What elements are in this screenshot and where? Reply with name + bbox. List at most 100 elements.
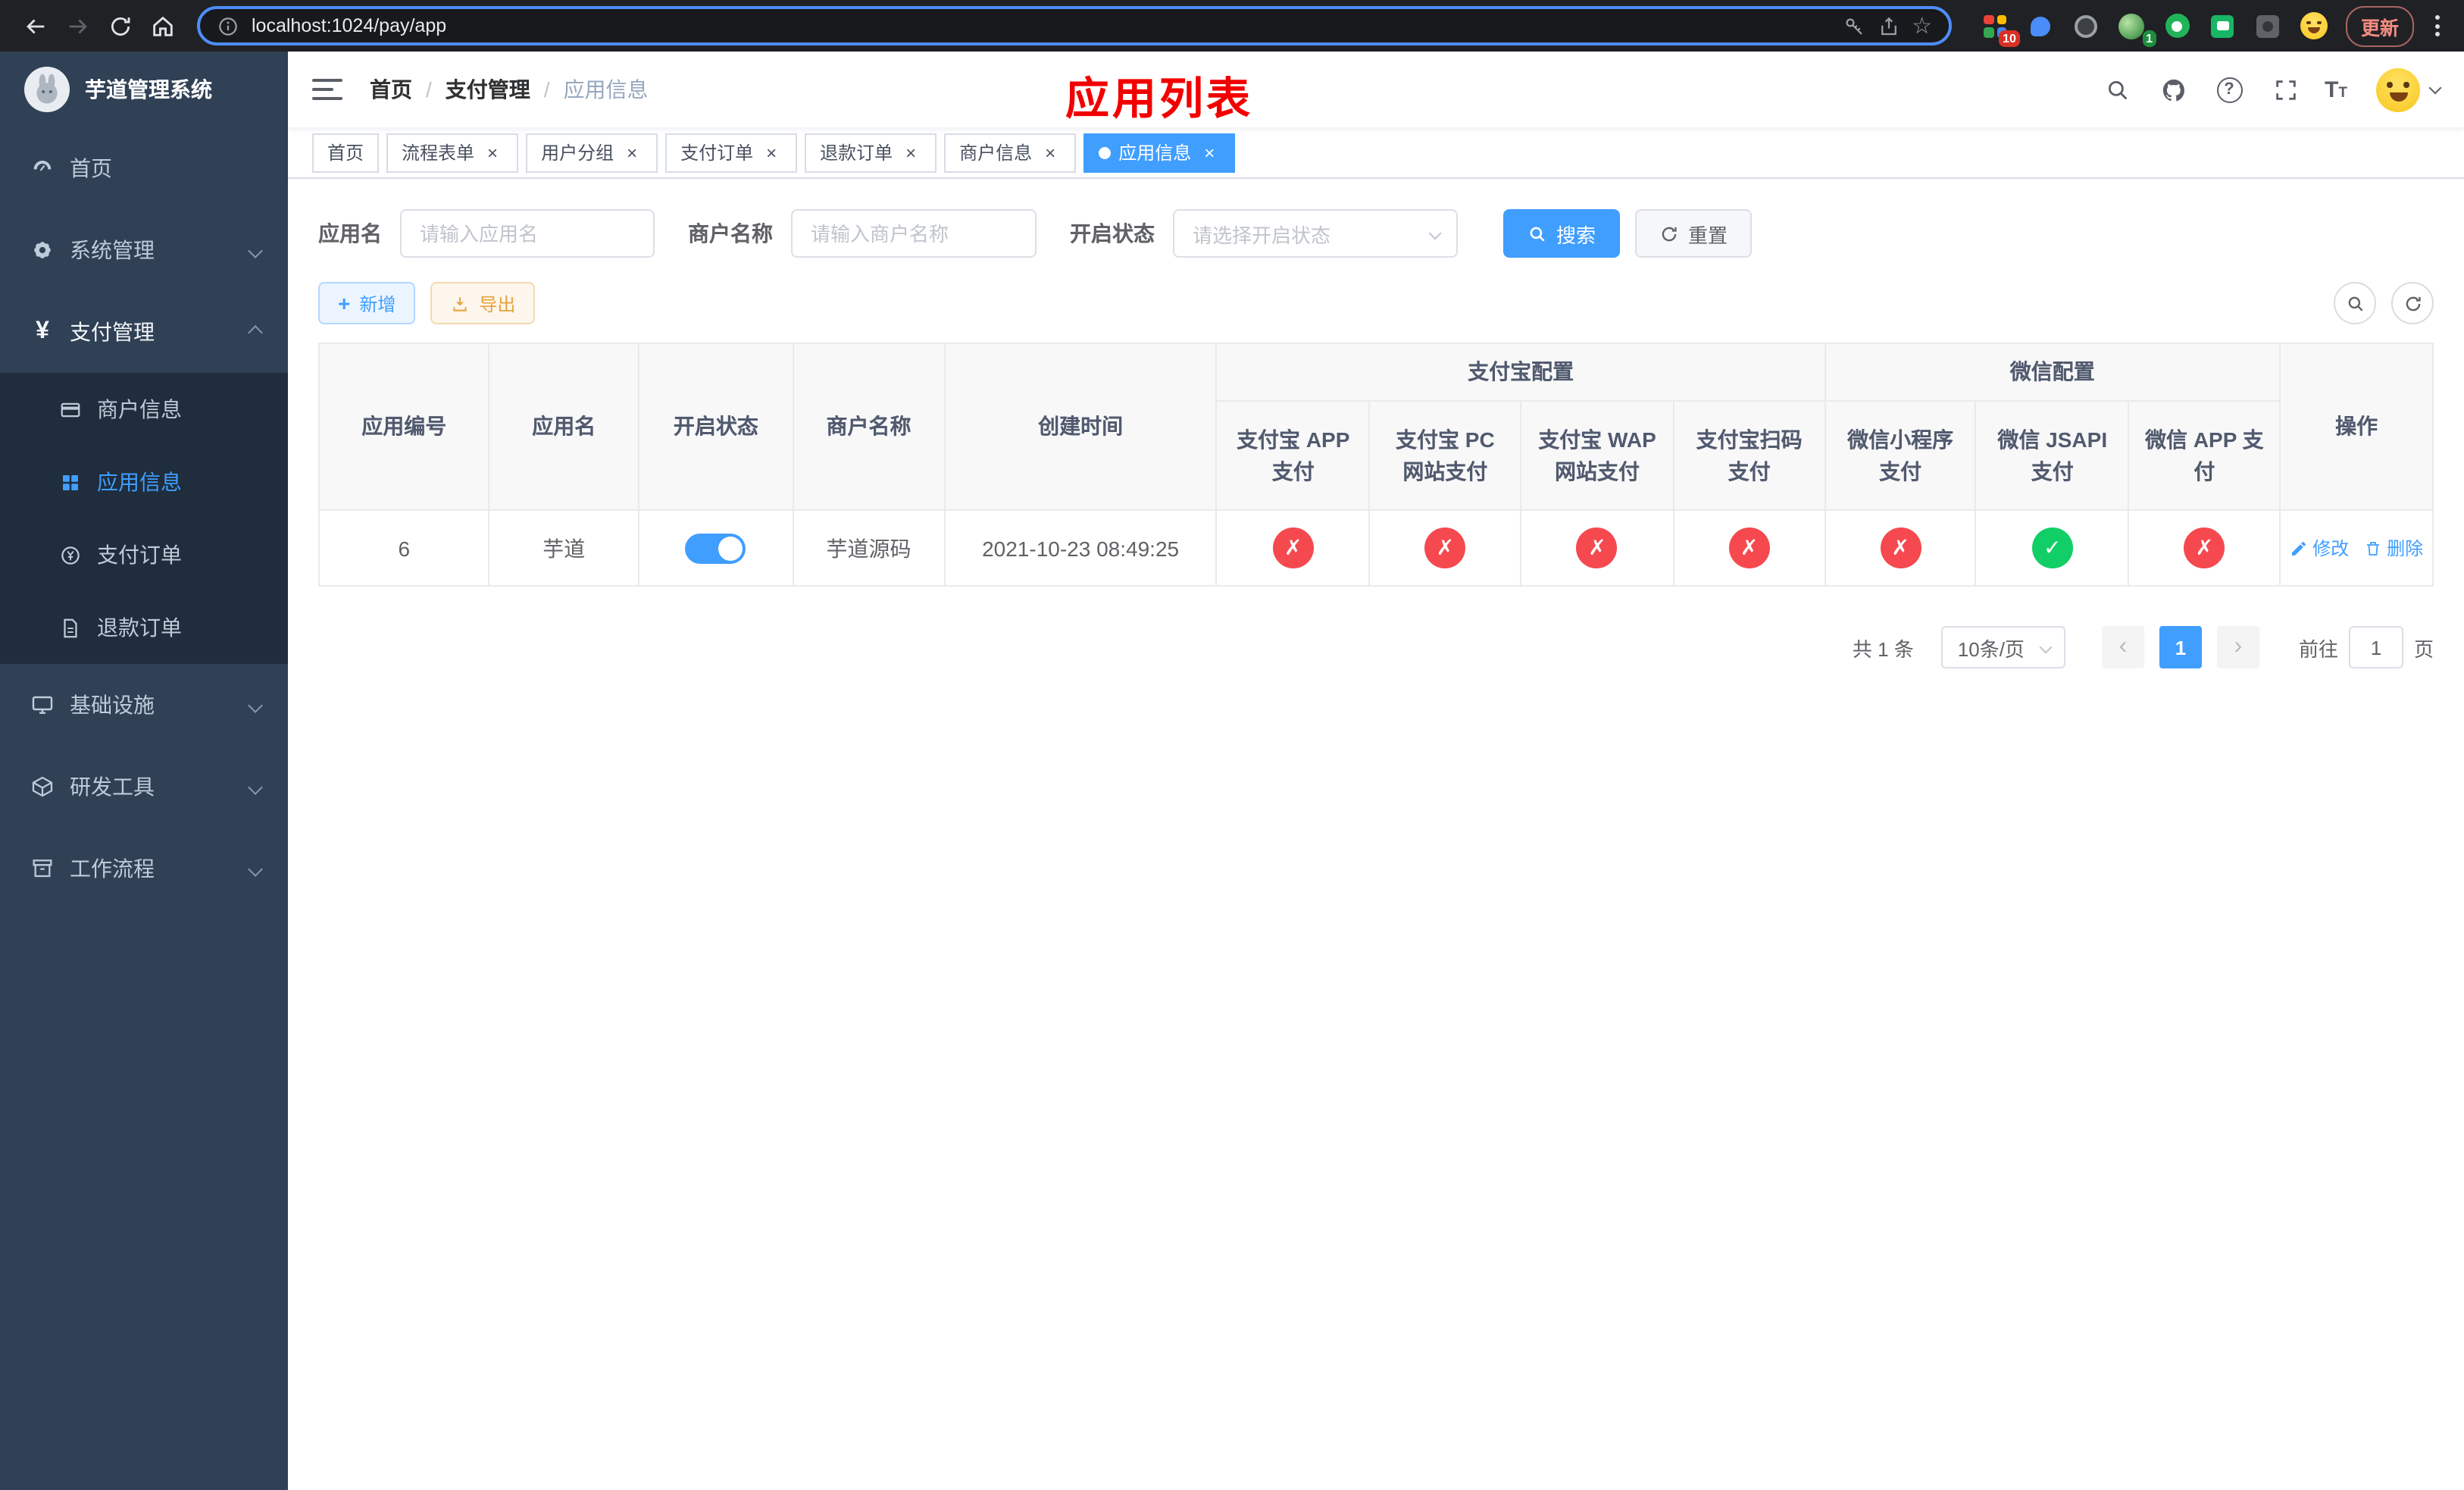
user-avatar[interactable] [2376, 67, 2442, 111]
sidebar-subitem-pay-order[interactable]: 支付订单 [0, 518, 288, 591]
filter-merchant-name: 商户名称 [688, 209, 1037, 258]
address-bar[interactable]: localhost:1024/pay/app ☆ [197, 6, 1952, 45]
key-icon[interactable] [1842, 14, 1865, 37]
close-icon[interactable]: × [621, 142, 643, 163]
sidebar-item-infrastructure[interactable]: 基础设施 [0, 664, 288, 746]
archive-box-icon [30, 856, 55, 881]
github-icon[interactable] [2156, 73, 2190, 106]
extension-grid-icon[interactable]: 10 [1981, 11, 2020, 47]
search-button[interactable]: 搜索 [1503, 209, 1621, 258]
goto-page-input[interactable] [2348, 626, 2403, 668]
column-header-alipay-app: 支付宝 APP 支付 [1215, 400, 1371, 511]
chevron-down-icon [248, 697, 263, 712]
sidebar-item-label: 研发工具 [70, 775, 155, 799]
profile-avatar-icon[interactable] [2299, 11, 2329, 41]
search-icon[interactable] [2100, 73, 2134, 106]
sidebar-item-payment[interactable]: ¥ 支付管理 [0, 291, 288, 373]
grid-icon [58, 470, 82, 494]
extension-drop-icon[interactable] [2026, 11, 2056, 41]
close-icon[interactable]: × [1199, 142, 1220, 163]
extension-ring-icon[interactable] [2072, 11, 2102, 41]
refresh-table-button[interactable] [2391, 282, 2434, 324]
reset-button[interactable]: 重置 [1635, 209, 1753, 258]
breadcrumb-separator: / [543, 77, 550, 102]
column-header-alipay-wap: 支付宝 WAP 网站支付 [1520, 400, 1674, 511]
chevron-down-icon [248, 779, 263, 794]
app-table: 应用编号 应用名 开启状态 商户名称 创建时间 支付宝配置 微信配置 操作 支付… [317, 343, 2434, 587]
column-header-alipay-pc: 支付宝 PC 网站支付 [1368, 400, 1522, 511]
add-button-label: 新增 [359, 293, 396, 315]
site-info-icon[interactable] [217, 14, 239, 37]
tab-process-form[interactable]: 流程表单 × [386, 133, 519, 172]
page-number-button[interactable]: 1 [2159, 626, 2202, 668]
sidebar-item-label: 基础设施 [70, 693, 155, 717]
tab-app-info[interactable]: 应用信息 × [1083, 133, 1236, 172]
tab-merchant-info[interactable]: 商户信息 × [944, 133, 1077, 172]
close-icon[interactable]: × [761, 142, 782, 163]
edit-button[interactable]: 修改 [2290, 535, 2349, 561]
url-text[interactable]: localhost:1024/pay/app [252, 15, 1830, 36]
bookmark-star-icon[interactable]: ☆ [1912, 14, 1932, 37]
help-icon[interactable]: ? [2212, 73, 2246, 106]
column-header-wechat-mini: 微信小程序支付 [1824, 400, 1977, 511]
status-select[interactable]: 请选择开启状态 [1173, 209, 1458, 258]
chevron-down-icon [2039, 640, 2053, 654]
sidebar-collapse-icon[interactable] [312, 79, 342, 100]
group-header-wechat: 微信配置 [1824, 343, 2281, 402]
app-id-cell: 6 [317, 509, 490, 587]
home-icon[interactable] [142, 6, 182, 45]
browser-update-button[interactable]: 更新 [2345, 5, 2414, 46]
toggle-search-button[interactable] [2334, 282, 2376, 324]
delete-button-label: 删除 [2387, 538, 2424, 559]
page-unit-label: 页 [2413, 637, 2434, 660]
delete-button[interactable]: 删除 [2364, 535, 2423, 561]
sidebar-item-workflow[interactable]: 工作流程 [0, 828, 288, 909]
tab-home[interactable]: 首页 [312, 133, 380, 172]
sidebar-item-label: 系统管理 [70, 238, 155, 262]
reload-icon[interactable] [100, 6, 139, 45]
app-logo[interactable]: 芋道管理系统 [0, 52, 288, 127]
column-header-alipay-qr: 支付宝扫码支付 [1672, 400, 1826, 511]
font-size-icon[interactable]: TT [2325, 78, 2347, 101]
tab-label: 退款订单 [820, 142, 893, 164]
breadcrumb-payment[interactable]: 支付管理 [446, 74, 530, 105]
extensions-puzzle-icon[interactable] [2253, 11, 2284, 41]
sidebar-subitem-app-info[interactable]: 应用信息 [0, 446, 288, 518]
merchant-name-input[interactable] [791, 209, 1037, 258]
close-icon[interactable]: × [900, 142, 921, 163]
filter-status: 开启状态 请选择开启状态 [1070, 209, 1458, 258]
sidebar-subitem-label: 应用信息 [97, 470, 182, 494]
tab-label: 首页 [327, 142, 364, 164]
page-size-select[interactable]: 10条/页 [1940, 626, 2065, 668]
extension-avatar-icon[interactable]: 1 [2117, 11, 2156, 47]
browser-menu-icon[interactable] [2425, 9, 2449, 42]
sidebar-item-home[interactable]: 首页 [0, 127, 288, 209]
fullscreen-icon[interactable] [2269, 73, 2302, 106]
back-icon[interactable] [15, 6, 55, 45]
tab-user-group[interactable]: 用户分组 × [526, 133, 658, 172]
breadcrumb: 首页 / 支付管理 / 应用信息 [370, 74, 649, 105]
breadcrumb-home[interactable]: 首页 [370, 74, 412, 105]
close-icon[interactable]: × [1040, 142, 1061, 163]
next-page-button[interactable]: › [2216, 626, 2259, 668]
tab-pay-order[interactable]: 支付订单 × [665, 133, 798, 172]
column-header-created: 创建时间 [943, 343, 1218, 511]
add-button[interactable]: + 新增 [318, 282, 416, 324]
alipay-pc-status-icon: ✗ [1424, 527, 1466, 568]
export-button[interactable]: 导出 [430, 282, 536, 324]
sidebar-item-system[interactable]: 系统管理 [0, 209, 288, 291]
prev-page-button[interactable]: ‹ [2101, 626, 2144, 668]
document-icon [58, 615, 82, 640]
sidebar-subitem-merchant-info[interactable]: 商户信息 [0, 373, 288, 446]
close-icon[interactable]: × [482, 142, 503, 163]
export-button-label: 导出 [479, 293, 516, 315]
app-name-input[interactable] [400, 209, 655, 258]
app-title: 芋道管理系统 [85, 77, 212, 102]
tab-refund-order[interactable]: 退款订单 × [805, 133, 937, 172]
extension-green-circle-icon[interactable] [2162, 11, 2193, 41]
extension-green-square-icon[interactable] [2208, 11, 2238, 41]
share-icon[interactable] [1877, 14, 1900, 37]
status-toggle[interactable] [685, 533, 746, 563]
sidebar-item-dev-tools[interactable]: 研发工具 [0, 746, 288, 828]
sidebar-subitem-refund-order[interactable]: 退款订单 [0, 591, 288, 664]
